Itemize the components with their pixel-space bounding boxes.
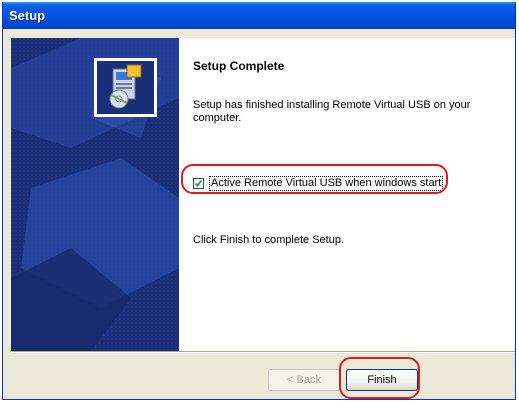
title-bar[interactable]: Setup xyxy=(3,2,515,29)
setup-window: Setup Setup Complete Setup has finished … xyxy=(2,2,516,400)
wizard-content: Setup Complete Setup has finished instal… xyxy=(179,38,515,351)
instruction-text: Click Finish to complete Setup. xyxy=(193,234,345,246)
checkmark-icon xyxy=(194,179,203,187)
autostart-checkbox[interactable] xyxy=(193,177,204,189)
setup-installer-icon xyxy=(94,58,157,117)
finish-button[interactable]: Finish xyxy=(346,369,418,391)
button-divider xyxy=(11,351,515,353)
back-button[interactable]: < Back xyxy=(268,369,340,391)
window-title: Setup xyxy=(9,8,46,23)
autostart-option[interactable]: Active Remote Virtual USB when windows s… xyxy=(193,175,444,191)
autostart-checkbox-label[interactable]: Active Remote Virtual USB when windows s… xyxy=(208,175,444,191)
completion-message: Setup has finished installing Remote Vir… xyxy=(193,99,471,124)
page-heading: Setup Complete xyxy=(193,59,285,73)
